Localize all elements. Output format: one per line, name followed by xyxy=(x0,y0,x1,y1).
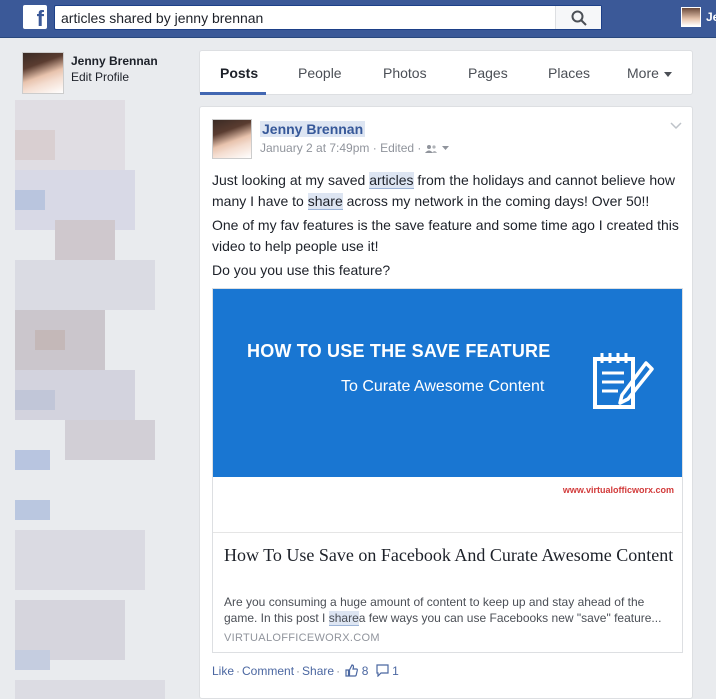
profile-avatar[interactable] xyxy=(22,52,64,94)
search-highlight: share xyxy=(328,611,359,626)
facebook-logo-icon[interactable]: f xyxy=(23,5,47,31)
search-button[interactable] xyxy=(555,6,601,29)
user-name-link[interactable]: Je xyxy=(706,10,716,24)
post-paragraph: Do you you use this feature? xyxy=(212,262,391,278)
avatar[interactable] xyxy=(681,7,701,27)
tab-posts[interactable]: Posts xyxy=(220,65,258,81)
separator: · xyxy=(236,664,241,678)
banner-footer: www.virtualofficworx.com xyxy=(213,477,682,533)
separator: · xyxy=(296,664,301,678)
post-paragraph: Just looking at my saved articles from t… xyxy=(212,170,684,212)
search-input[interactable] xyxy=(61,8,541,27)
likes-count[interactable]: 8 xyxy=(362,664,369,678)
post-author-name[interactable]: Jenny Brennan xyxy=(260,121,366,137)
tab-more-label: More xyxy=(627,65,659,81)
friends-audience-icon[interactable] xyxy=(424,144,439,154)
post-text: Just looking at my saved xyxy=(212,172,370,188)
tab-people[interactable]: People xyxy=(298,65,342,81)
post-body: Just looking at my saved articles from t… xyxy=(212,170,684,284)
link-desc-text: a few ways you can use Facebooks new "sa… xyxy=(358,611,662,625)
post-timestamp[interactable]: January 2 at 7:49pm · Edited · xyxy=(260,141,421,155)
top-navbar: f Je xyxy=(0,0,716,38)
profile-name[interactable]: Jenny Brennan xyxy=(71,54,158,68)
link-preview[interactable]: HOW TO USE THE SAVE FEATURE To Curate Aw… xyxy=(212,288,683,653)
search-icon xyxy=(571,10,587,26)
chevron-down-icon[interactable] xyxy=(442,146,450,151)
banner-url: www.virtualofficworx.com xyxy=(562,485,674,495)
post-card: Jenny Brennan January 2 at 7:49pm · Edit… xyxy=(199,106,693,699)
search-highlight: share xyxy=(307,193,343,210)
share-link[interactable]: Share xyxy=(302,664,334,678)
banner-subtitle: To Curate Awesome Content xyxy=(341,378,545,395)
post-meta: January 2 at 7:49pm · Edited · xyxy=(260,141,450,155)
tab-places[interactable]: Places xyxy=(548,65,590,81)
blurred-sidebar-content xyxy=(15,100,165,699)
link-preview-image[interactable]: HOW TO USE THE SAVE FEATURE To Curate Aw… xyxy=(213,289,682,477)
active-tab-indicator xyxy=(200,92,266,95)
edit-profile-link[interactable]: Edit Profile xyxy=(71,70,129,84)
post-text: across my network in the coming days! Ov… xyxy=(342,193,650,209)
comment-bubble-icon[interactable] xyxy=(376,664,389,678)
search-box[interactable] xyxy=(54,5,602,30)
comment-link[interactable]: Comment xyxy=(242,664,294,678)
search-filter-tabs: Posts People Photos Pages Places More xyxy=(199,50,693,95)
link-description: Are you consuming a huge amount of conte… xyxy=(224,594,674,626)
tab-pages[interactable]: Pages xyxy=(468,65,508,81)
post-options-chevron-icon[interactable] xyxy=(670,119,682,133)
comments-count[interactable]: 1 xyxy=(392,664,399,678)
tab-more[interactable]: More xyxy=(627,65,672,81)
post-author-avatar[interactable] xyxy=(212,119,252,159)
separator: · xyxy=(336,664,341,678)
link-domain: VIRTUALOFFICEWORX.COM xyxy=(224,632,380,644)
post-paragraph: One of my fav features is the save featu… xyxy=(212,217,679,254)
search-highlight: articles xyxy=(369,172,414,189)
caret-down-icon xyxy=(663,71,672,77)
notepad-pencil-icon xyxy=(593,353,654,409)
like-link[interactable]: Like xyxy=(212,664,234,678)
post-actions: Like · Comment · Share · 8 1 xyxy=(212,664,399,678)
link-title[interactable]: How To Use Save on Facebook And Curate A… xyxy=(224,544,674,566)
thumbs-up-icon[interactable] xyxy=(345,664,359,677)
banner-title: HOW TO USE THE SAVE FEATURE xyxy=(247,341,551,361)
tab-photos[interactable]: Photos xyxy=(383,65,427,81)
